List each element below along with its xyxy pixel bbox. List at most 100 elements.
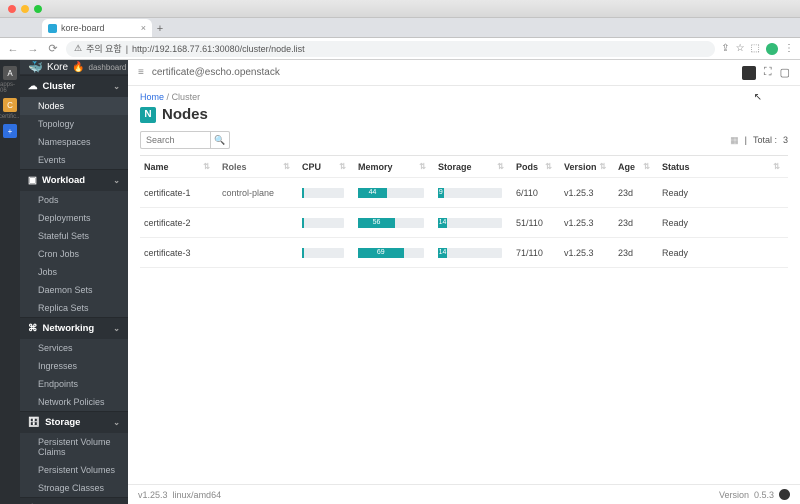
search-input[interactable] [140, 131, 210, 149]
close-tab-icon[interactable]: × [141, 23, 146, 33]
browser-actions: ⇪ ☆ ⬚ ⋮ [721, 43, 794, 55]
total-sep: | [745, 135, 747, 145]
sidebar-item-replica-sets[interactable]: Replica Sets [20, 299, 128, 317]
fullscreen-button[interactable]: ⛶ [764, 66, 772, 80]
mini-label-b: certific... [0, 114, 21, 120]
sidebar-group-configuration[interactable]: ⚙Configuration⌄ [20, 497, 128, 504]
content-area: ≡ certificate@escho.openstack ⛶ ▢ ↖ Home… [128, 60, 800, 504]
sort-icon[interactable]: ⇅ [545, 162, 556, 171]
footer-app-version-label: Version [719, 490, 749, 500]
traffic-lights[interactable] [8, 5, 42, 13]
forward-button[interactable]: → [26, 43, 40, 55]
browser-tab[interactable]: kore-board × [42, 19, 152, 37]
download-icon[interactable]: ⬚ [751, 43, 760, 54]
sidebar-item-endpoints[interactable]: Endpoints [20, 375, 128, 393]
chevron-down-icon: ⌄ [113, 418, 120, 427]
back-button[interactable]: ← [6, 43, 20, 55]
sidebar-item-jobs[interactable]: Jobs [20, 263, 128, 281]
page-badge: N [140, 107, 156, 123]
cell-memory: 69 [354, 248, 434, 258]
sidebar-item-network-policies[interactable]: Network Policies [20, 393, 128, 411]
sort-icon[interactable]: ⇅ [339, 162, 350, 171]
chevron-down-icon: ⌄ [113, 82, 120, 91]
columns-button[interactable]: ▦ [730, 135, 739, 146]
table-row[interactable]: certificate-3691471/110v1.25.323dReady [140, 238, 788, 268]
col-roles[interactable]: Roles [222, 162, 247, 172]
mini-sidebar: A apps-06 C certific... + [0, 60, 20, 504]
brand-name: Kore [47, 62, 68, 73]
search-button[interactable]: 🔍 [210, 131, 230, 149]
sidebar-item-nodes[interactable]: Nodes [20, 97, 128, 115]
col-name[interactable]: Name [144, 162, 169, 172]
url-separator: | [126, 44, 128, 54]
sidebar-item-services[interactable]: Services [20, 339, 128, 357]
sidebar-item-topology[interactable]: Topology [20, 115, 128, 133]
col-memory[interactable]: Memory [358, 162, 393, 172]
sort-icon[interactable]: ⇅ [643, 162, 654, 171]
sidebar-item-stateful-sets[interactable]: Stateful Sets [20, 227, 128, 245]
sidebar-group-cluster[interactable]: ☁︎Cluster⌄ [20, 75, 128, 97]
sort-icon[interactable]: ⇅ [600, 162, 611, 171]
profile-avatar[interactable] [766, 43, 778, 55]
sidebar-group-label: Cluster [43, 81, 76, 92]
table-row[interactable]: certificate-2561451/110v1.25.323dReady [140, 208, 788, 238]
col-version[interactable]: Version [564, 162, 597, 172]
cell-name: certificate-3 [140, 248, 218, 258]
col-age[interactable]: Age [618, 162, 635, 172]
sidebar-item-events[interactable]: Events [20, 151, 128, 169]
sort-icon[interactable]: ⇅ [283, 162, 294, 171]
cell-storage: 14 [434, 218, 512, 228]
sidebar-group-label: Storage [45, 417, 80, 428]
cell-status: Ready [658, 218, 788, 228]
group-icon: 🗄 [28, 417, 40, 428]
bookmark-icon[interactable]: ☆ [736, 43, 745, 54]
total-value: 3 [783, 135, 788, 145]
address-bar[interactable]: ⚠ 주의 요함 | http://192.168.77.61:30080/clu… [66, 41, 715, 57]
col-cpu[interactable]: CPU [302, 162, 321, 172]
cell-pods: 71/110 [512, 248, 560, 258]
col-pods[interactable]: Pods [516, 162, 538, 172]
mini-add-button[interactable]: + [3, 124, 17, 138]
sidebar-item-deployments[interactable]: Deployments [20, 209, 128, 227]
sidebar-group-networking[interactable]: ⌘Networking⌄ [20, 317, 128, 339]
sidebar-item-persistent-volume-claims[interactable]: Persistent Volume Claims [20, 433, 128, 461]
panel-button[interactable]: ▢ [780, 66, 790, 80]
breadcrumb-home[interactable]: Home [140, 92, 164, 102]
cell-version: v1.25.3 [560, 218, 614, 228]
cell-version: v1.25.3 [560, 248, 614, 258]
sort-icon[interactable]: ⇅ [203, 162, 214, 171]
sort-icon[interactable]: ⇅ [773, 162, 784, 171]
sort-icon[interactable]: ⇅ [419, 162, 430, 171]
extension-icon[interactable]: ⇪ [721, 43, 729, 54]
sidebar-group-workload[interactable]: ▣Workload⌄ [20, 169, 128, 191]
table-row[interactable]: certificate-1control-plane4496/110v1.25.… [140, 178, 788, 208]
sidebar-group-storage[interactable]: 🗄 Storage ⌄ [20, 411, 128, 433]
col-status[interactable]: Status [662, 162, 690, 172]
sidebar-item-pods[interactable]: Pods [20, 191, 128, 209]
reload-button[interactable]: ⟳ [46, 42, 60, 55]
sidebar-item-namespaces[interactable]: Namespaces [20, 133, 128, 151]
sort-icon[interactable]: ⇅ [497, 162, 508, 171]
cell-cpu [298, 248, 354, 258]
chevron-down-icon: ⌄ [113, 324, 120, 333]
new-tab-button[interactable]: + [152, 21, 168, 37]
menu-toggle-icon[interactable]: ≡ [138, 67, 144, 78]
mini-app-a[interactable]: A [3, 66, 17, 80]
brand[interactable]: 🐳 Kore🔥 dashboard [20, 60, 128, 75]
col-storage[interactable]: Storage [438, 162, 472, 172]
sidebar-item-ingresses[interactable]: Ingresses [20, 357, 128, 375]
menu-icon[interactable]: ⋮ [784, 43, 794, 54]
mini-app-b[interactable]: C [3, 98, 17, 112]
github-icon[interactable] [779, 489, 790, 500]
sidebar-group-label: Networking [43, 323, 95, 334]
cell-cpu [298, 188, 354, 198]
sidebar-item-stroage-classes[interactable]: Stroage Classes [20, 479, 128, 497]
sidebar-item-cron-jobs[interactable]: Cron Jobs [20, 245, 128, 263]
sidebar-item-daemon-sets[interactable]: Daemon Sets [20, 281, 128, 299]
group-icon: ▣ [28, 175, 37, 186]
terminal-button[interactable] [742, 66, 756, 80]
cell-roles: control-plane [218, 188, 298, 198]
sidebar-item-persistent-volumes[interactable]: Persistent Volumes [20, 461, 128, 479]
footer-k8s-version: v1.25.3 [138, 490, 168, 500]
cell-name: certificate-1 [140, 188, 218, 198]
